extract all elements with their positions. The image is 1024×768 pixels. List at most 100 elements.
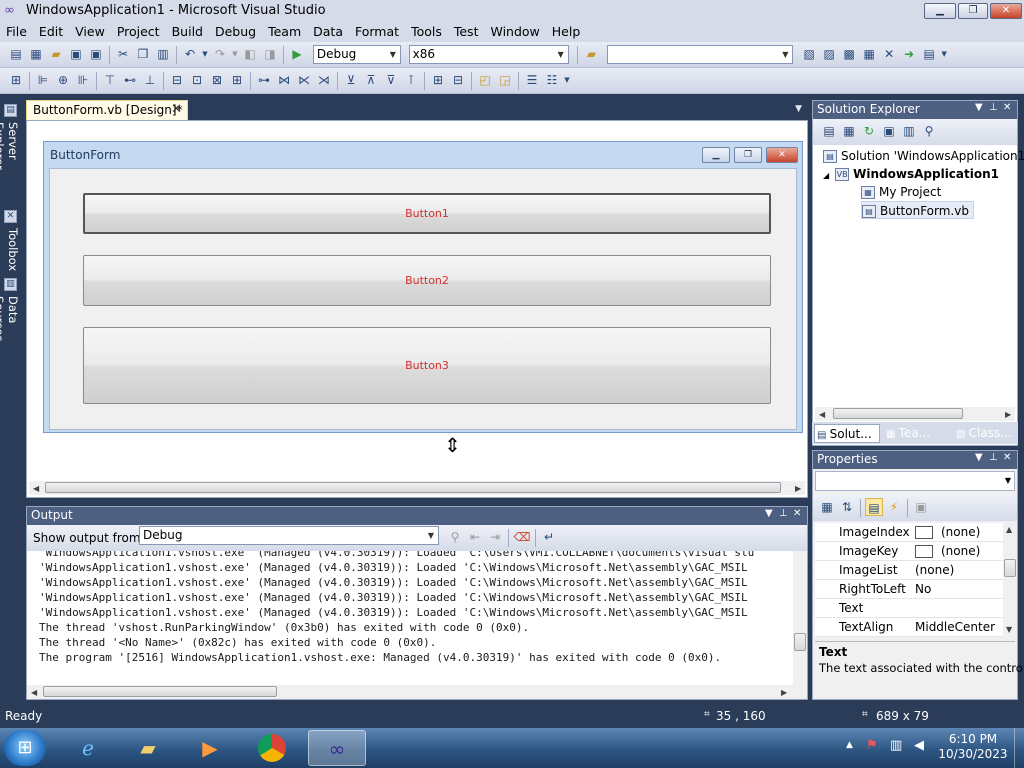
menu-tools[interactable]: Tools: [405, 22, 448, 42]
refresh-icon[interactable]: ↻: [860, 122, 878, 140]
bring-to-front-icon[interactable]: ◰: [476, 71, 494, 89]
lock-controls-icon[interactable]: ☷: [543, 71, 561, 89]
scrollbar-thumb[interactable]: [794, 633, 806, 651]
categorized-icon[interactable]: ▦: [818, 498, 836, 516]
find-combo[interactable]: ▼: [607, 45, 794, 64]
redo-dropdown-icon[interactable]: ▼: [231, 45, 239, 63]
auto-hide-pin-icon[interactable]: ⊥: [779, 508, 788, 519]
alphabetical-icon[interactable]: ⇅: [838, 498, 856, 516]
scroll-up-icon[interactable]: ▲: [1006, 525, 1012, 534]
menu-team[interactable]: Team: [262, 22, 307, 42]
action-center-icon[interactable]: ⚑: [866, 738, 878, 753]
redo-icon[interactable]: ↷: [211, 45, 229, 63]
add-item-icon[interactable]: ▦: [27, 45, 45, 63]
view-code-icon[interactable]: ▣: [880, 122, 898, 140]
media-player-icon[interactable]: ▶: [184, 730, 236, 766]
menu-build[interactable]: Build: [166, 22, 209, 42]
menu-view[interactable]: View: [69, 22, 111, 42]
make-same-size-icon[interactable]: ⊠: [208, 71, 226, 89]
prop-row-textalign[interactable]: TextAlign MiddleCenter: [815, 618, 1005, 637]
tree-buttonform-vb[interactable]: ▤ ButtonForm.vb: [861, 201, 974, 219]
menu-project[interactable]: Project: [111, 22, 166, 42]
server-explorer-tab[interactable]: ▤ Server Explorer: [0, 102, 20, 206]
scrollbar-thumb[interactable]: [43, 686, 277, 697]
menu-help[interactable]: Help: [546, 22, 587, 42]
auto-hide-pin-icon[interactable]: ⊥: [989, 102, 998, 113]
properties-window-icon[interactable]: ▨: [820, 45, 838, 63]
output-vertical-scrollbar[interactable]: [793, 551, 807, 687]
active-files-dropdown-icon[interactable]: ▼: [795, 104, 802, 114]
open-folder-icon[interactable]: ▰: [47, 45, 65, 63]
increase-vertical-spacing-icon[interactable]: ⊼: [362, 71, 380, 89]
prop-row-text[interactable]: Text: [815, 599, 1005, 618]
remove-horizontal-spacing-icon[interactable]: ⋊: [315, 71, 333, 89]
scroll-down-icon[interactable]: ▼: [1006, 625, 1012, 634]
align-centers-icon[interactable]: ⊕: [54, 71, 72, 89]
make-same-width-icon[interactable]: ⊟: [168, 71, 186, 89]
undo-icon[interactable]: ↶: [181, 45, 199, 63]
find-in-files-icon[interactable]: ▰: [582, 45, 600, 63]
data-sources-tab[interactable]: ▥ Data Sources: [0, 276, 20, 370]
cut-icon[interactable]: ✂: [114, 45, 132, 63]
scroll-right-icon[interactable]: ▶: [781, 688, 787, 697]
start-debugging-icon[interactable]: ▶: [288, 45, 306, 63]
maximize-button[interactable]: ❐: [958, 3, 988, 19]
clear-all-icon[interactable]: ⌫: [513, 528, 531, 546]
scrollbar-thumb[interactable]: [1004, 559, 1016, 577]
extension-manager-icon[interactable]: ▤: [920, 45, 938, 63]
undo-dropdown-icon[interactable]: ▼: [201, 45, 209, 63]
close-window-button[interactable]: ✕: [990, 3, 1022, 19]
object-selector-combo[interactable]: ▼: [815, 471, 1015, 491]
navigate-backward-icon[interactable]: ◧: [241, 45, 259, 63]
show-hidden-icons-icon[interactable]: ▲: [846, 740, 853, 750]
align-middles-icon[interactable]: ⊷: [121, 71, 139, 89]
size-to-grid-icon[interactable]: ⊞: [228, 71, 246, 89]
window-position-dropdown-icon[interactable]: ▼: [975, 452, 983, 463]
tools-icon[interactable]: ✕: [880, 45, 898, 63]
show-all-files-icon[interactable]: ▦: [840, 122, 858, 140]
tab-buttonform-design[interactable]: ButtonForm.vb [Design]* ✕: [26, 100, 188, 120]
solution-explorer-icon[interactable]: ▧: [800, 45, 818, 63]
close-tab-icon[interactable]: ✕: [171, 102, 182, 117]
tab-solution-explorer[interactable]: ▤ Solut...: [814, 424, 880, 443]
view-designer-icon[interactable]: ▥: [900, 122, 918, 140]
show-desktop-button[interactable]: [1014, 728, 1024, 768]
go-to-next-message-icon[interactable]: ⇥: [486, 528, 504, 546]
tab-team-explorer[interactable]: ▦ Tea...: [884, 424, 950, 443]
send-to-back-icon[interactable]: ◲: [496, 71, 514, 89]
paste-icon[interactable]: ▥: [154, 45, 172, 63]
toolbox-icon[interactable]: ▦: [860, 45, 878, 63]
tree-solution[interactable]: ▤ Solution 'WindowsApplication1': [823, 147, 1024, 165]
internet-explorer-icon[interactable]: ℯ: [62, 730, 114, 766]
make-same-height-icon[interactable]: ⊡: [188, 71, 206, 89]
window-position-dropdown-icon[interactable]: ▼: [765, 508, 773, 519]
tree-my-project[interactable]: ▦ My Project: [861, 183, 941, 201]
menu-data[interactable]: Data: [307, 22, 349, 42]
close-panel-icon[interactable]: ✕: [1003, 102, 1011, 113]
chrome-icon[interactable]: [246, 730, 298, 766]
prop-row-imageindex[interactable]: ImageIndex (none): [815, 523, 1005, 542]
go-to-previous-message-icon[interactable]: ⇤: [466, 528, 484, 546]
button1[interactable]: Button1: [83, 193, 771, 234]
close-panel-icon[interactable]: ✕: [793, 508, 801, 519]
save-all-icon[interactable]: ▣: [87, 45, 105, 63]
remove-vertical-spacing-icon[interactable]: ⊺: [402, 71, 420, 89]
toolbar-options-icon[interactable]: ▼: [940, 45, 948, 63]
align-to-grid-icon[interactable]: ⊞: [7, 71, 25, 89]
scroll-right-icon[interactable]: ▶: [795, 484, 801, 493]
object-browser-icon[interactable]: ▩: [840, 45, 858, 63]
vertical-spacing-equal-icon[interactable]: ⊻: [342, 71, 360, 89]
solution-horizontal-scrollbar[interactable]: ◀ ▶: [815, 407, 1015, 421]
solution-platform-combo[interactable]: x86 ▼: [408, 45, 569, 64]
volume-icon[interactable]: ◀: [914, 738, 924, 753]
window-position-dropdown-icon[interactable]: ▼: [975, 102, 983, 113]
decrease-vertical-spacing-icon[interactable]: ⊽: [382, 71, 400, 89]
prop-row-imagekey[interactable]: ImageKey (none): [815, 542, 1005, 561]
form-client-area[interactable]: Button1 Button2 Button3: [49, 168, 797, 430]
align-rights-icon[interactable]: ⊪: [74, 71, 92, 89]
start-page-icon[interactable]: ➜: [900, 45, 918, 63]
close-panel-icon[interactable]: ✕: [1003, 452, 1011, 463]
find-message-icon[interactable]: ⚲: [446, 528, 464, 546]
scroll-left-icon[interactable]: ◀: [33, 484, 39, 493]
new-project-icon[interactable]: ▤: [7, 45, 25, 63]
